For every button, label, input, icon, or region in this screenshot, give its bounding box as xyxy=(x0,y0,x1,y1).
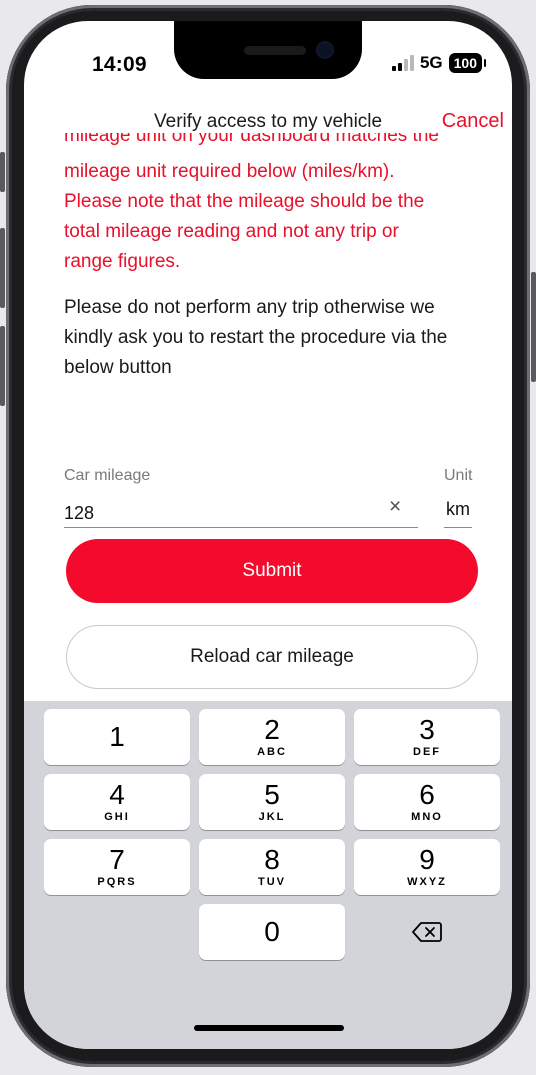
key-digit: 8 xyxy=(264,844,280,875)
instruction-line: Please do not perform any trip otherwise… xyxy=(64,297,435,318)
phone-screen: 14:09 5G 100 Verify access to my vehicle… xyxy=(24,21,512,1049)
reload-mileage-button[interactable]: Reload car mileage xyxy=(66,625,478,689)
key-letters: TUV xyxy=(258,876,286,888)
key-3[interactable]: 3 DEF xyxy=(354,709,500,765)
unit-underline xyxy=(444,527,472,528)
key-digit: 9 xyxy=(419,844,435,875)
mileage-label: Car mileage xyxy=(64,467,151,484)
backspace-icon xyxy=(412,922,442,942)
key-1[interactable]: 1 xyxy=(44,709,190,765)
numeric-keypad: 1 2 ABC 3 DEF 4 GHI 5 JKL 6 MNO 7 PQRS 8… xyxy=(24,701,512,1049)
key-letters: GHI xyxy=(104,811,130,823)
key-digit: 2 xyxy=(264,714,280,745)
key-9[interactable]: 9 WXYZ xyxy=(354,839,500,895)
warning-line: total mileage reading and not any trip o… xyxy=(64,221,399,242)
mileage-input[interactable] xyxy=(64,499,404,527)
instructions: mileage unit on your dashboard matches t… xyxy=(64,133,494,383)
key-7[interactable]: 7 PQRS xyxy=(44,839,190,895)
unit-selector[interactable]: km xyxy=(446,499,470,520)
key-8[interactable]: 8 TUV xyxy=(199,839,345,895)
key-digit: 1 xyxy=(109,721,125,752)
warning-line: mileage unit required below (miles/km). xyxy=(64,161,395,182)
key-letters: JKL xyxy=(258,811,286,823)
key-digit: 6 xyxy=(419,779,435,810)
cancel-button[interactable]: Cancel xyxy=(442,110,504,133)
key-letters: PQRS xyxy=(97,876,137,888)
clipped-warning-line: mileage unit on your dashboard matches t… xyxy=(64,133,494,157)
key-2[interactable]: 2 ABC xyxy=(199,709,345,765)
key-letters: ABC xyxy=(257,746,287,758)
mute-switch xyxy=(0,152,5,192)
camera-icon xyxy=(318,43,332,57)
key-5[interactable]: 5 JKL xyxy=(199,774,345,830)
instruction-line: below button xyxy=(64,357,172,378)
network-type: 5G xyxy=(419,53,443,72)
instruction-line: kindly ask you to restart the procedure … xyxy=(64,327,448,348)
key-digit: 4 xyxy=(109,779,125,810)
power-button xyxy=(531,272,536,382)
submit-button[interactable]: Submit xyxy=(66,539,478,603)
key-letters: DEF xyxy=(413,746,441,758)
key-digit: 0 xyxy=(264,916,280,947)
key-0[interactable]: 0 xyxy=(199,904,345,960)
key-4[interactable]: 4 GHI xyxy=(44,774,190,830)
battery-icon: 100 xyxy=(448,53,487,73)
unit-label: Unit xyxy=(444,467,473,484)
key-digit: 7 xyxy=(109,844,125,875)
speaker-grille xyxy=(244,46,306,55)
status-time: 14:09 xyxy=(92,53,147,76)
mileage-underline xyxy=(64,527,418,528)
warning-line-clipped: mileage unit on your dashboard matches t… xyxy=(64,133,439,146)
volume-up-button xyxy=(0,228,5,308)
status-indicators: 5G 100 xyxy=(391,53,487,73)
key-letters: MNO xyxy=(411,811,443,823)
key-letters: WXYZ xyxy=(407,876,447,888)
volume-down-button xyxy=(0,326,5,406)
key-digit: 5 xyxy=(264,779,280,810)
warning-line: range figures. xyxy=(64,251,181,272)
backspace-key[interactable] xyxy=(354,904,500,960)
page-title: Verify access to my vehicle xyxy=(154,111,383,132)
key-digit: 3 xyxy=(419,714,435,745)
clear-icon[interactable]: × xyxy=(389,495,401,519)
home-indicator[interactable] xyxy=(194,1025,344,1031)
key-6[interactable]: 6 MNO xyxy=(354,774,500,830)
warning-line: Please note that the mileage should be t… xyxy=(64,191,425,212)
signal-icon xyxy=(391,55,414,71)
instruction-text: Please do not perform any trip otherwise… xyxy=(64,293,494,383)
